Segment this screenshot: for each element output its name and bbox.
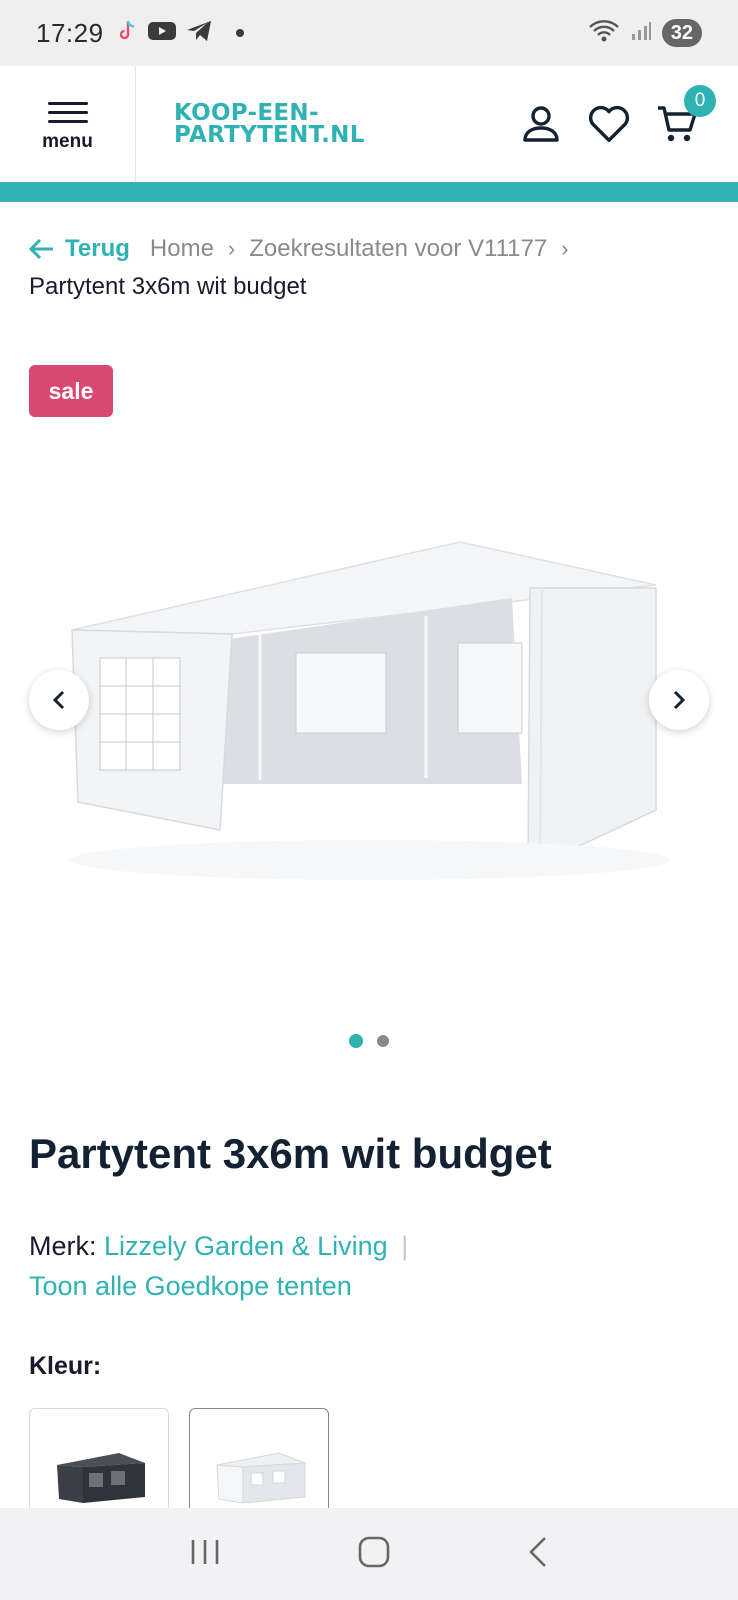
home-icon bbox=[358, 1536, 390, 1567]
back-button[interactable] bbox=[526, 1535, 550, 1574]
system-navigation-bar bbox=[0, 1508, 738, 1600]
product-image bbox=[70, 541, 670, 880]
breadcrumb-current: Partytent 3x6m wit budget bbox=[29, 273, 307, 300]
chevron-right-icon bbox=[673, 690, 686, 710]
brand-link[interactable]: Lizzely Garden & Living bbox=[104, 1231, 388, 1261]
product-title: Partytent 3x6m wit budget bbox=[29, 1130, 552, 1177]
arrow-left-icon bbox=[29, 238, 53, 260]
header-accent-bar bbox=[0, 182, 738, 202]
wishlist-button[interactable] bbox=[588, 103, 630, 145]
chevron-left-icon bbox=[52, 690, 65, 710]
gallery-next-button[interactable] bbox=[649, 670, 709, 730]
white-tent-thumbnail bbox=[216, 1452, 306, 1504]
product-gallery[interactable] bbox=[0, 440, 738, 1010]
breadcrumb: Terug Home › Zoekresultaten voor V11177 … bbox=[29, 230, 719, 306]
cart-count-badge: 0 bbox=[684, 85, 716, 117]
gallery-pagination bbox=[0, 1034, 738, 1048]
wifi-icon bbox=[588, 18, 620, 49]
chevron-right-icon: › bbox=[227, 236, 236, 261]
back-link[interactable]: Terug bbox=[29, 230, 130, 268]
recent-apps-button[interactable] bbox=[188, 1537, 222, 1572]
brand-info: Merk: Lizzely Garden & Living | Toon all… bbox=[29, 1226, 408, 1306]
more-notifications-dot bbox=[235, 29, 244, 37]
breadcrumb-search[interactable]: Zoekresultaten voor V11177 bbox=[249, 230, 547, 268]
menu-label: menu bbox=[42, 130, 93, 152]
separator: | bbox=[401, 1231, 409, 1261]
telegram-icon bbox=[186, 20, 212, 47]
logo-line-2: PARTYTENT.NL bbox=[174, 122, 365, 148]
signal-icon bbox=[630, 20, 652, 47]
status-bar: 17:29 32 bbox=[0, 0, 738, 66]
heart-icon bbox=[588, 105, 630, 142]
account-button[interactable] bbox=[520, 103, 562, 145]
gallery-prev-button[interactable] bbox=[29, 670, 89, 730]
swatch-grey[interactable] bbox=[29, 1408, 169, 1518]
status-time: 17:29 bbox=[36, 17, 104, 48]
sale-badge: sale bbox=[29, 365, 113, 417]
recent-apps-icon bbox=[191, 1539, 218, 1564]
color-swatches bbox=[29, 1408, 329, 1518]
gallery-dot[interactable] bbox=[377, 1035, 389, 1047]
site-header: menu KOOP-EEN- PARTYTENT.NL 0 bbox=[0, 66, 738, 182]
battery-indicator: 32 bbox=[661, 19, 702, 47]
home-button[interactable] bbox=[357, 1535, 391, 1574]
brand-prefix: Merk: bbox=[29, 1231, 97, 1261]
breadcrumb-home[interactable]: Home bbox=[150, 230, 214, 268]
back-icon bbox=[529, 1536, 547, 1567]
menu-button[interactable]: menu bbox=[0, 66, 136, 182]
grey-tent-thumbnail bbox=[57, 1453, 145, 1503]
cart-button[interactable]: 0 bbox=[656, 85, 716, 145]
tiktok-icon bbox=[116, 19, 138, 48]
swatch-white[interactable] bbox=[189, 1408, 329, 1518]
gallery-dot-active[interactable] bbox=[349, 1034, 363, 1048]
logo-line-1: KOOP-EEN- bbox=[174, 100, 319, 126]
youtube-icon bbox=[147, 21, 176, 46]
user-icon bbox=[523, 106, 559, 142]
back-label: Terug bbox=[65, 235, 130, 262]
color-label: Kleur: bbox=[29, 1352, 102, 1380]
show-all-link[interactable]: Toon alle Goedkope tenten bbox=[29, 1271, 352, 1301]
chevron-right-icon: › bbox=[561, 236, 569, 261]
notification-icons bbox=[116, 19, 244, 48]
site-logo[interactable]: KOOP-EEN- PARTYTENT.NL bbox=[174, 100, 365, 148]
hamburger-icon bbox=[47, 96, 88, 129]
